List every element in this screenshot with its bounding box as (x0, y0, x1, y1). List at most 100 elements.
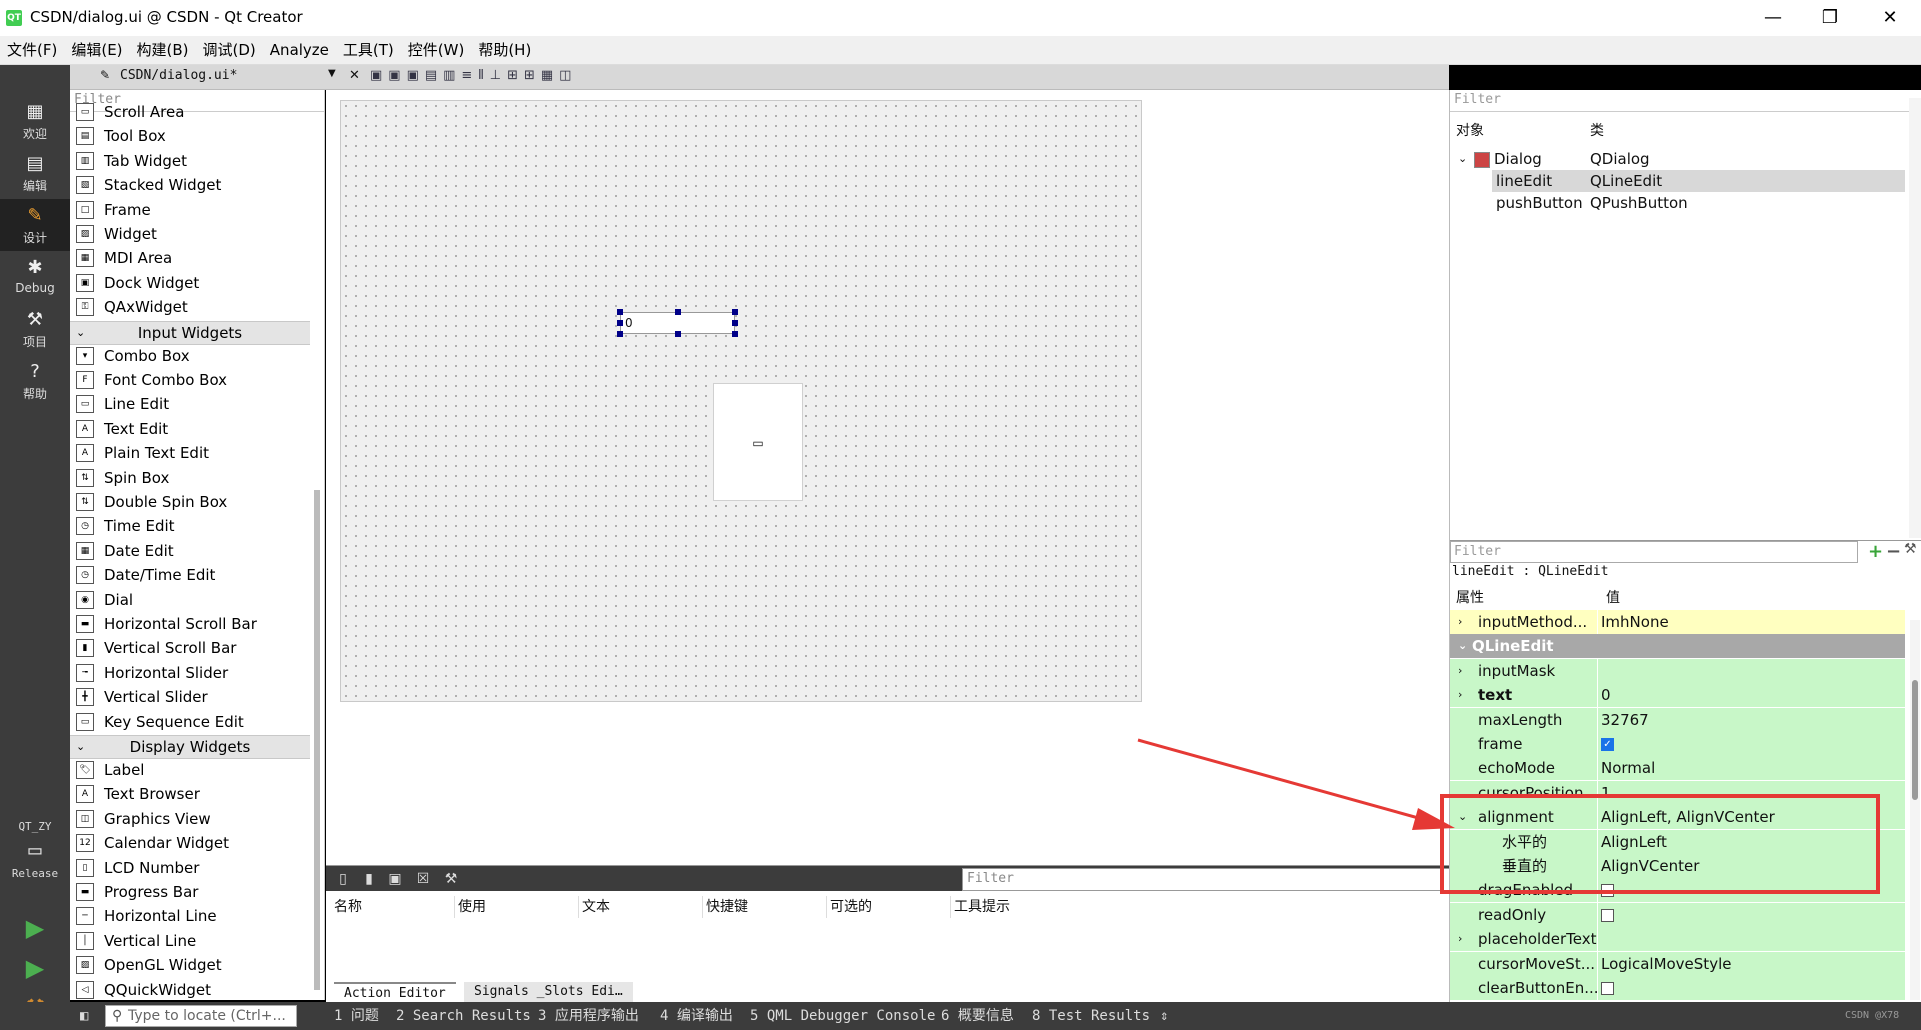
pane-general-messages[interactable]: 6 概要信息 (941, 1002, 1014, 1030)
selection-handle[interactable] (732, 320, 738, 326)
menu-debug[interactable]: 调试(D) (196, 36, 263, 65)
expand-arrow-icon[interactable]: ⌄ (1458, 805, 1467, 829)
property-value[interactable]: ✓ (1601, 732, 1901, 756)
property-value[interactable]: AlignLeft, AlignVCenter (1601, 805, 1901, 829)
form-push-button[interactable]: ▭ (713, 383, 803, 501)
property-row[interactable]: cursorMoveSt... LogicalMoveStyle (1450, 951, 1905, 977)
class-column-header[interactable]: 类 (1590, 120, 1604, 142)
menu-help[interactable]: 帮助(H) (471, 36, 538, 65)
property-row[interactable]: › inputMask (1450, 658, 1905, 684)
widget-item-display-5[interactable]: ▬ Progress Bar (70, 880, 310, 904)
widget-item-display-4[interactable]: ▯ LCD Number (70, 856, 310, 880)
chevron-down-icon[interactable]: ⌄ (76, 322, 85, 344)
widget-item-container-8[interactable]: ⚿ QAxWidget (70, 295, 310, 319)
property-row[interactable]: cursorPosition 1 (1450, 780, 1905, 806)
checkbox[interactable] (1601, 884, 1614, 898)
mode-projects[interactable]: ⚒ 项目 (0, 303, 70, 355)
property-row[interactable]: 水平的 AlignLeft (1450, 829, 1905, 855)
property-column-header[interactable]: 属性 (1456, 586, 1484, 610)
property-row[interactable]: › text 0 (1450, 683, 1905, 709)
property-row[interactable]: frame ✓ (1450, 732, 1905, 757)
property-row[interactable]: readOnly (1450, 902, 1905, 928)
checkbox[interactable]: ✓ (1601, 738, 1614, 751)
selection-handle[interactable] (732, 309, 738, 315)
widget-item-container-7[interactable]: ▣ Dock Widget (70, 271, 310, 295)
property-value[interactable]: 32767 (1601, 708, 1901, 732)
property-value[interactable]: 0 (1601, 683, 1901, 707)
property-value[interactable]: 1 (1601, 781, 1901, 805)
property-row[interactable]: ⌄ alignment AlignLeft, AlignVCenter (1450, 805, 1905, 831)
selection-handle[interactable] (617, 331, 623, 337)
widget-item-input-8[interactable]: ▦ Date Edit (70, 539, 310, 563)
open-file-name[interactable]: CSDN/dialog.ui* (120, 68, 237, 83)
monitor-icon[interactable]: ▭ (0, 837, 70, 865)
maximize-button[interactable]: ❐ (1800, 0, 1860, 36)
property-row[interactable]: › inputMethod... ImhNone (1450, 610, 1905, 635)
widget-item-display-2[interactable]: ◫ Graphics View (70, 807, 310, 831)
menu-edit[interactable]: 编辑(E) (64, 36, 129, 65)
widget-item-input-7[interactable]: ◷ Time Edit (70, 514, 310, 538)
pane-compile-output[interactable]: 4 编译输出 (660, 1002, 733, 1030)
property-row[interactable]: 垂直的 AlignVCenter (1450, 854, 1905, 879)
column-used[interactable]: 使用 (454, 896, 579, 918)
widget-item-container-2[interactable]: ▥ Tab Widget (70, 149, 310, 173)
chevron-down-icon[interactable]: ▼ (328, 68, 336, 79)
new-action-icon[interactable]: ▯ (334, 870, 352, 888)
property-value[interactable]: AlignLeft (1601, 830, 1901, 854)
widget-item-container-5[interactable]: ▨ Widget (70, 222, 310, 246)
widget-item-container-1[interactable]: ▤ Tool Box (70, 124, 310, 148)
selection-handle[interactable] (732, 331, 738, 337)
tree-row-lineedit[interactable]: lineEdit QLineEdit (1492, 170, 1905, 192)
action-filter-input[interactable]: Filter (962, 868, 1455, 891)
scrollbar-thumb[interactable] (1912, 680, 1918, 800)
property-value[interactable] (1601, 878, 1901, 902)
close-file-icon[interactable]: ✕ (349, 68, 360, 83)
property-row[interactable]: dragEnabled (1450, 878, 1905, 904)
widget-item-container-3[interactable]: ▧ Stacked Widget (70, 173, 310, 197)
copy-action-icon[interactable]: ▮ (360, 870, 378, 888)
menu-file[interactable]: 文件(F) (0, 36, 64, 65)
tree-row-pushbutton[interactable]: pushButton QPushButton (1450, 192, 1905, 214)
widget-item-input-15[interactable]: ▭ Key Sequence Edit (70, 710, 310, 734)
category-input-widgets[interactable]: ⌄ Input Widgets (70, 320, 310, 345)
widget-box-scrollbar[interactable] (314, 490, 320, 990)
column-tooltip[interactable]: 工具提示 (950, 896, 1074, 918)
paste-action-icon[interactable]: ▣ (386, 870, 404, 888)
configure-icon[interactable]: ⚒ (1904, 541, 1917, 557)
selection-handle[interactable] (617, 309, 623, 315)
widget-item-input-10[interactable]: ◉ Dial (70, 588, 310, 612)
object-column-header[interactable]: 对象 (1456, 120, 1484, 142)
property-row[interactable]: ⌄ QLineEdit (1450, 634, 1905, 660)
object-inspector-filter[interactable]: Filter (1450, 90, 1921, 112)
widget-item-display-0[interactable]: 🏷 Label (70, 758, 310, 782)
expand-arrow-icon[interactable]: ⌄ (1458, 634, 1467, 658)
property-row[interactable]: echoMode Normal (1450, 756, 1905, 782)
minimize-button[interactable]: — (1743, 0, 1803, 36)
property-value[interactable]: AlignVCenter (1601, 854, 1901, 878)
expand-arrow-icon[interactable]: › (1458, 927, 1462, 951)
widget-item-display-9[interactable]: ◁ QQuickWidget (70, 978, 310, 1002)
tab-action-editor[interactable]: Action Editor (334, 982, 456, 1004)
build-config[interactable]: Release (0, 867, 70, 880)
menu-tools[interactable]: 工具(T) (336, 36, 401, 65)
expand-arrow-icon[interactable]: › (1458, 683, 1462, 707)
widget-item-display-8[interactable]: ▨ OpenGL Widget (70, 953, 310, 977)
widget-item-input-2[interactable]: ▭ Line Edit (70, 392, 310, 416)
widget-item-display-6[interactable]: ─ Horizontal Line (70, 904, 310, 928)
checkbox[interactable] (1601, 982, 1614, 995)
property-value[interactable]: ImhNone (1601, 610, 1901, 634)
property-row[interactable]: › placeholderText (1450, 927, 1905, 953)
widget-item-input-12[interactable]: ▮ Vertical Scroll Bar (70, 636, 310, 660)
menu-widgets[interactable]: 控件(W) (401, 36, 472, 65)
column-shortcut[interactable]: 快捷键 (702, 896, 827, 918)
add-property-icon[interactable]: + (1868, 541, 1883, 562)
debug-run-icon[interactable]: ▶ (20, 953, 50, 983)
widget-item-display-7[interactable]: │ Vertical Line (70, 929, 310, 953)
selection-handle[interactable] (617, 320, 623, 326)
tab-signals-slots[interactable]: Signals _Slots Edi… (464, 982, 633, 1002)
pane-application-output[interactable]: 3 应用程序输出 (538, 1002, 639, 1030)
mode-edit[interactable]: ▤ 编辑 (0, 147, 70, 199)
expand-arrow-icon[interactable]: › (1458, 659, 1462, 683)
property-row[interactable]: maxLength 32767 (1450, 707, 1905, 733)
widget-item-input-4[interactable]: A Plain Text Edit (70, 441, 310, 465)
